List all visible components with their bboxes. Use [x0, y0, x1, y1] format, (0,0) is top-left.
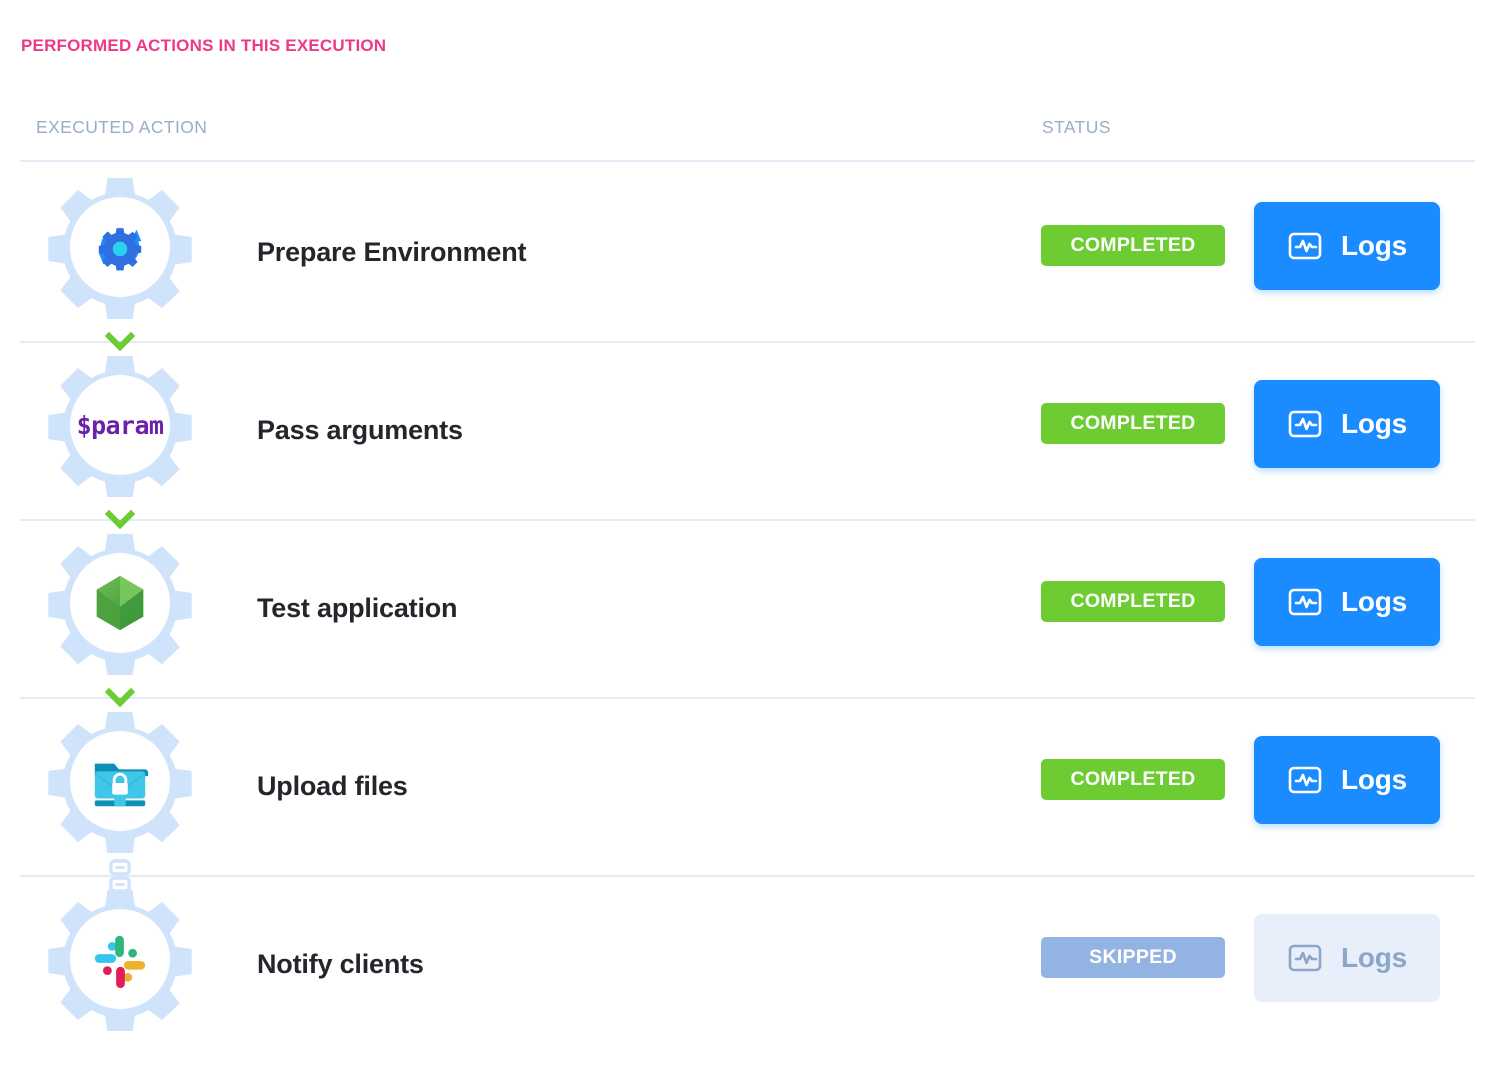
column-header-executed-action: EXECUTED ACTION [36, 117, 207, 138]
logs-button[interactable]: Logs [1254, 558, 1440, 646]
logs-button-label: Logs [1341, 764, 1407, 796]
action-label: Prepare Environment [257, 163, 526, 341]
action-label: Test application [257, 519, 457, 697]
action-label: Notify clients [257, 875, 424, 1053]
action-icon-badge [48, 709, 192, 853]
gear-refresh-icon [70, 197, 170, 297]
logs-button[interactable]: Logs [1254, 736, 1440, 824]
secure-folder-upload-icon [70, 731, 170, 831]
logs-button-label: Logs [1341, 942, 1407, 974]
header-divider [20, 160, 1475, 162]
logs-button[interactable]: Logs [1254, 202, 1440, 290]
activity-monitor-icon [1287, 406, 1323, 442]
logs-button-label: Logs [1341, 408, 1407, 440]
status-badge: COMPLETED [1041, 581, 1225, 622]
table-row: Upload files COMPLETED Logs [0, 697, 1495, 875]
column-header-status: STATUS [1042, 117, 1111, 138]
status-badge: COMPLETED [1041, 403, 1225, 444]
action-label: Pass arguments [257, 341, 463, 519]
action-icon-badge [48, 887, 192, 1031]
param-text-icon: $param [70, 375, 170, 475]
action-label: Upload files [257, 697, 408, 875]
table-row: $param Pass arguments COMPLETED Logs [0, 341, 1495, 519]
table-row: Notify clients SKIPPED Logs [0, 875, 1495, 1053]
logs-button: Logs [1254, 914, 1440, 1002]
action-icon-badge [48, 531, 192, 675]
nodejs-hexagon-icon [70, 553, 170, 653]
param-text-label: $param [77, 413, 164, 438]
logs-button[interactable]: Logs [1254, 380, 1440, 468]
section-title: PERFORMED ACTIONS IN THIS EXECUTION [21, 36, 386, 56]
action-icon-badge [48, 175, 192, 319]
logs-button-label: Logs [1341, 586, 1407, 618]
action-icon-badge: $param [48, 353, 192, 497]
table-row: Test application COMPLETED Logs [0, 519, 1495, 697]
status-badge: SKIPPED [1041, 937, 1225, 978]
activity-monitor-icon [1287, 228, 1323, 264]
slack-icon [70, 909, 170, 1009]
performed-actions-panel: PERFORMED ACTIONS IN THIS EXECUTION EXEC… [0, 0, 1495, 1068]
activity-monitor-icon [1287, 940, 1323, 976]
table-row: Prepare Environment COMPLETED Logs [0, 163, 1495, 341]
activity-monitor-icon [1287, 584, 1323, 620]
status-badge: COMPLETED [1041, 225, 1225, 266]
activity-monitor-icon [1287, 762, 1323, 798]
logs-button-label: Logs [1341, 230, 1407, 262]
status-badge: COMPLETED [1041, 759, 1225, 800]
